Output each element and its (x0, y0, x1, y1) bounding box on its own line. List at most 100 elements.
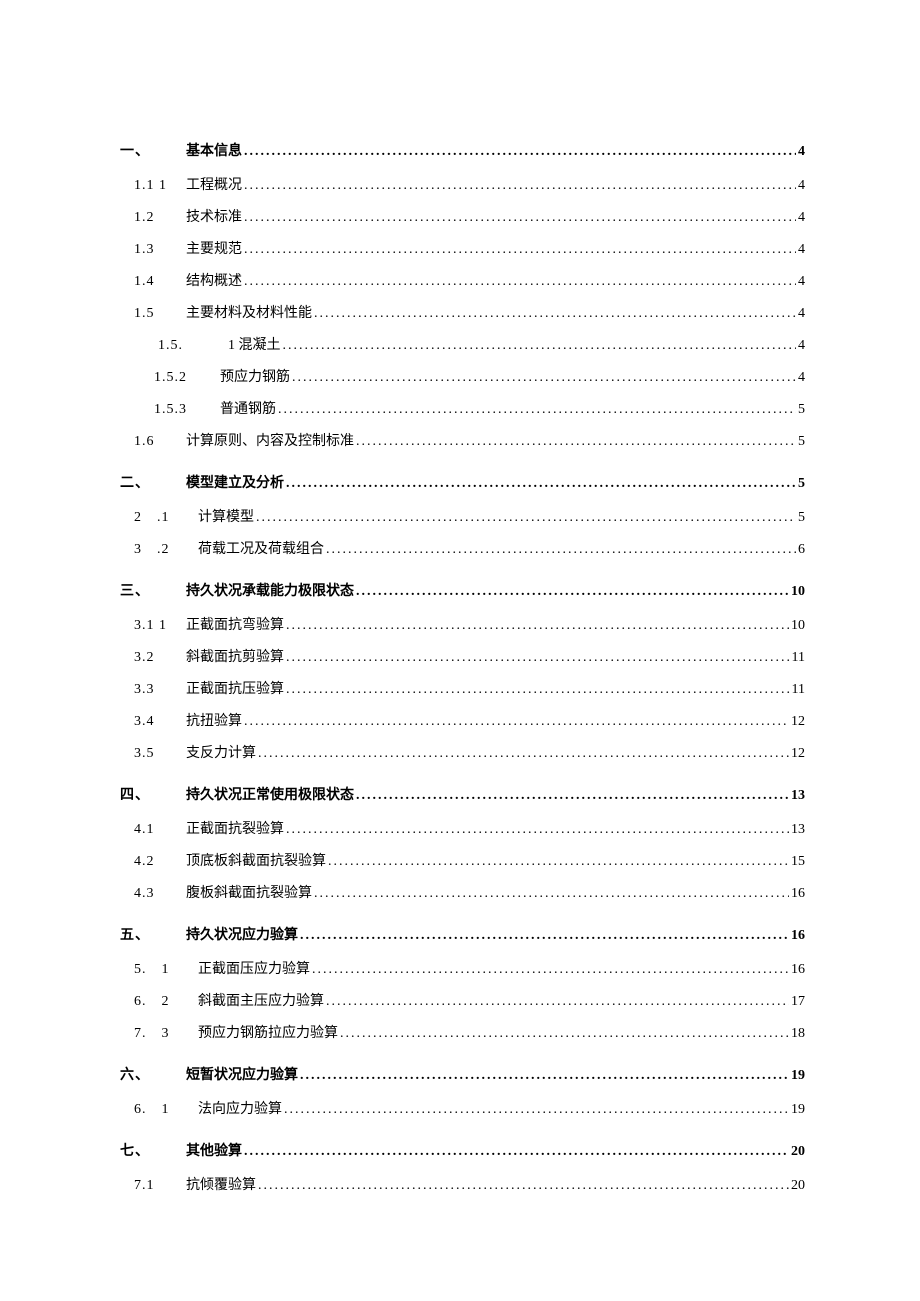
toc-entry-title: 抗扭验算 (182, 710, 242, 730)
toc-entry: 3 .2荷载工况及荷载组合 6 (120, 538, 805, 558)
toc-entry-number: 二、 (120, 472, 182, 492)
toc-entry: 6. 2斜截面主压应力验算17 (120, 990, 805, 1010)
toc-entry-page: 11 (790, 650, 805, 666)
toc-entry-number: 六、 (120, 1064, 182, 1084)
toc-entry: 5. 1正截面压应力验算16 (120, 958, 805, 978)
toc-entry: 五、持久状况应力验算16 (120, 924, 805, 944)
toc-entry-number: 1.2 (134, 210, 182, 226)
toc-entry-page: 4 (796, 144, 805, 160)
toc-leader-dots (284, 822, 789, 838)
toc-entry-page: 4 (796, 338, 805, 354)
toc-leader-dots (354, 434, 796, 450)
toc-entry-title: 技术标准 (182, 206, 242, 226)
toc-entry-page: 18 (789, 1026, 805, 1042)
toc-leader-dots (324, 994, 789, 1010)
toc-entry: 3.3正截面抗压验算11 (120, 678, 805, 698)
toc-leader-dots (284, 476, 796, 492)
toc-entry: 1.1 1工程概况4 (120, 174, 805, 194)
toc-entry-title: 预应力钢筋拉应力验算 (194, 1022, 338, 1042)
toc-entry-number: 三、 (120, 580, 182, 600)
document-page: 一、基本信息41.1 1工程概况41.2技术标准41.3主要规范41.4结构概述… (0, 0, 920, 1301)
toc-entry: 4.3腹板斜截面抗裂验算16 (120, 882, 805, 902)
toc-entry-number: 7. 3 (134, 1026, 194, 1042)
toc-entry-number: 3.3 (134, 682, 182, 698)
toc-entry-number: 1.3 (134, 242, 182, 258)
toc-entry-title: 顶底板斜截面抗裂验算 (182, 850, 326, 870)
toc-leader-dots (242, 242, 796, 258)
toc-entry-title: 普通钢筋 (198, 398, 276, 418)
toc-entry: 1.4结构概述4 (120, 270, 805, 290)
toc-entry-number: 1.5.2 (154, 370, 198, 386)
toc-entry-title: 法向应力验算 (194, 1098, 282, 1118)
toc-leader-dots (256, 746, 789, 762)
toc-entry-title: 持久状况应力验算 (182, 924, 298, 944)
toc-leader-dots (290, 370, 796, 386)
toc-entry-page: 16 (789, 962, 805, 978)
toc-leader-dots (254, 510, 796, 526)
toc-entry-page: 10 (789, 584, 805, 600)
toc-entry-page: 11 (790, 682, 805, 698)
toc-leader-dots (282, 1102, 789, 1118)
toc-entry-number: 5. 1 (134, 962, 194, 978)
toc-entry-title: 荷载工况及荷载组合 (194, 538, 324, 558)
toc-entry-number: 七、 (120, 1140, 182, 1160)
toc-entry: 四、持久状况正常使用极限状态13 (120, 784, 805, 804)
toc-entry-page: 13 (789, 788, 805, 804)
toc-entry-title: 工程概况 (182, 174, 242, 194)
toc-entry-page: 15 (789, 854, 805, 870)
toc-entry-title: 短暂状况应力验算 (182, 1064, 298, 1084)
toc-leader-dots (284, 682, 790, 698)
toc-entry: 二、模型建立及分析5 (120, 472, 805, 492)
toc-entry-page: 4 (796, 242, 805, 258)
toc-entry-page: 19 (789, 1068, 805, 1084)
toc-entry: 1.5.3普通钢筋5 (120, 398, 805, 418)
toc-entry-page: 19 (789, 1102, 805, 1118)
toc-leader-dots (298, 1068, 789, 1084)
toc-entry-title: 预应力钢筋 (198, 366, 290, 386)
toc-entry-number: 一、 (120, 140, 182, 160)
toc-entry-title: 抗倾覆验算 (182, 1174, 256, 1194)
toc-entry: 六、短暂状况应力验算 19 (120, 1064, 805, 1084)
toc-leader-dots (242, 714, 789, 730)
toc-entry-page: 6 (796, 542, 805, 558)
toc-entry: 三、持久状况承载能力极限状态10 (120, 580, 805, 600)
toc-leader-dots (354, 788, 789, 804)
toc-leader-dots (242, 1144, 789, 1160)
toc-entry-title: 基本信息 (182, 140, 242, 160)
toc-entry-number: 1.5.3 (154, 402, 198, 418)
toc-entry-number: 7.1 (134, 1178, 182, 1194)
toc-leader-dots (281, 338, 797, 354)
toc-entry-title: 计算原则、内容及控制标准 (182, 430, 354, 450)
toc-entry-number: 3.1 1 (134, 618, 182, 634)
toc-entry-number: 3 .2 (134, 542, 194, 558)
toc-leader-dots (298, 928, 789, 944)
toc-entry-number: 2 .1 (134, 510, 194, 526)
toc-leader-dots (284, 650, 790, 666)
toc-entry: 4.1正截面抗裂验算13 (120, 818, 805, 838)
toc-entry-page: 12 (789, 714, 805, 730)
toc-entry-title: 支反力计算 (182, 742, 256, 762)
toc-entry: 3.1 1正截面抗弯验算10 (120, 614, 805, 634)
toc-entry-title: 其他验算 (182, 1140, 242, 1160)
toc-entry: 2 .1计算模型5 (120, 506, 805, 526)
toc-entry-number: 1.4 (134, 274, 182, 290)
toc-leader-dots (284, 618, 789, 634)
toc-entry-page: 4 (796, 370, 805, 386)
toc-leader-dots (324, 542, 796, 558)
toc-leader-dots (242, 210, 796, 226)
toc-entry-page: 17 (789, 994, 805, 1010)
toc-leader-dots (338, 1026, 789, 1042)
toc-entry-number: 6. 2 (134, 994, 194, 1010)
toc-leader-dots (242, 178, 796, 194)
table-of-contents: 一、基本信息41.1 1工程概况41.2技术标准41.3主要规范41.4结构概述… (120, 140, 805, 1194)
toc-entry: 1.2技术标准4 (120, 206, 805, 226)
toc-entry: 7. 3预应力钢筋拉应力验算 18 (120, 1022, 805, 1042)
toc-leader-dots (312, 886, 789, 902)
toc-entry-page: 16 (789, 886, 805, 902)
toc-entry: 1.5.1 混凝土4 (120, 334, 805, 354)
toc-entry-title: 1 混凝土 (224, 334, 281, 354)
toc-entry-page: 20 (789, 1144, 805, 1160)
toc-entry-number: 4.3 (134, 886, 182, 902)
toc-leader-dots (326, 854, 789, 870)
toc-entry-number: 1.1 1 (134, 178, 182, 194)
